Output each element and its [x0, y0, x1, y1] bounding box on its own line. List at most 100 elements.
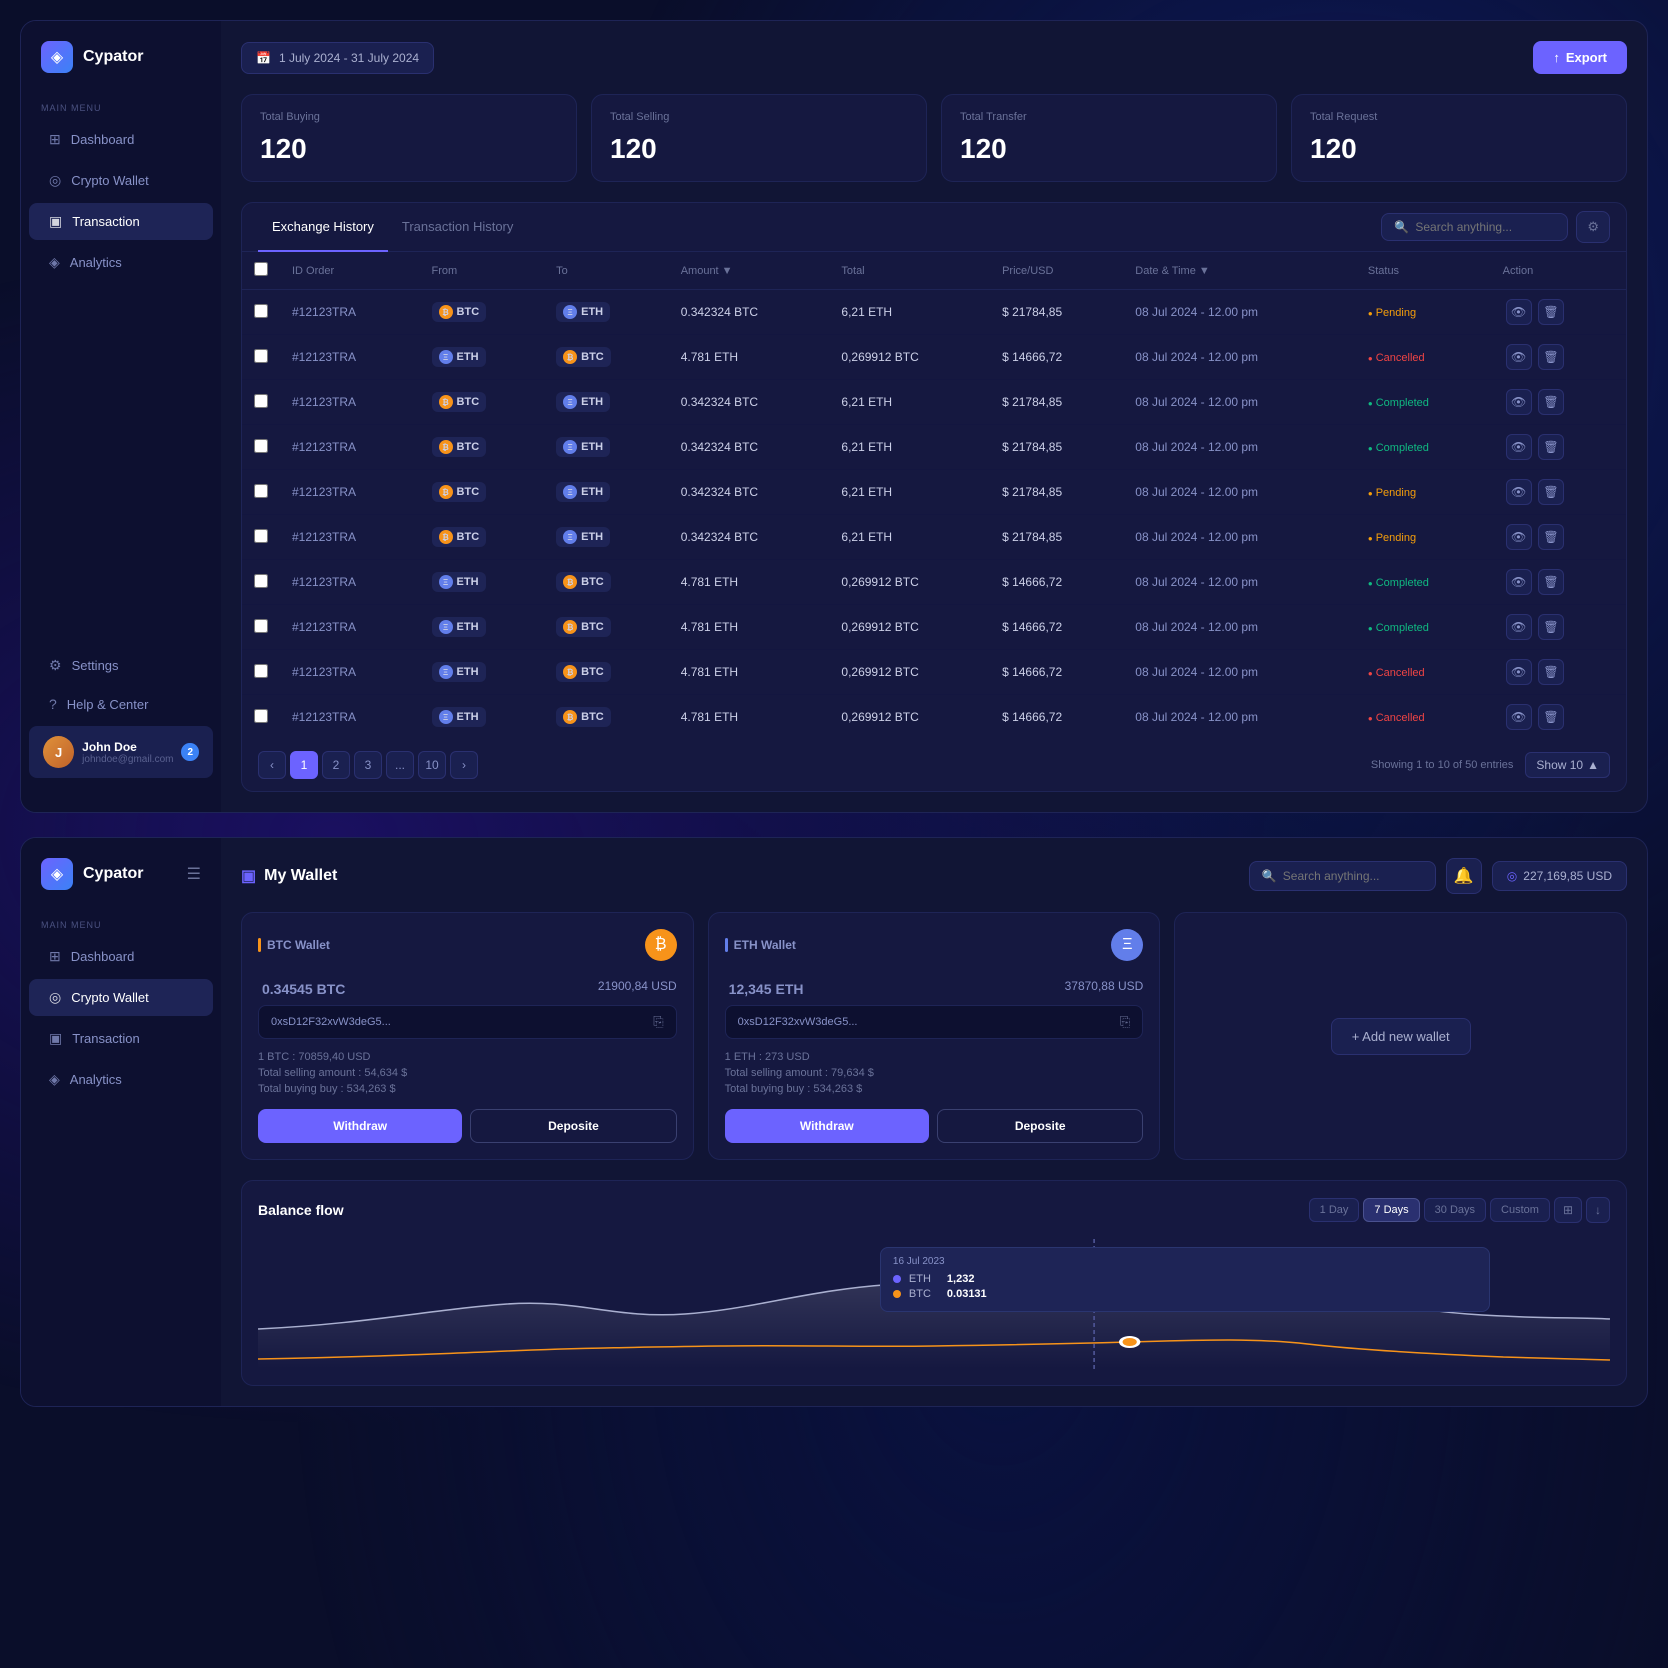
- date-picker[interactable]: 📅 1 July 2024 - 31 July 2024: [241, 42, 434, 74]
- btc-withdraw-button[interactable]: Withdraw: [258, 1109, 462, 1143]
- delete-action-button[interactable]: 🗑: [1538, 389, 1564, 415]
- row-checkbox[interactable]: [254, 304, 268, 318]
- menu-toggle[interactable]: ☰: [187, 864, 201, 884]
- sidebar-item-dashboard[interactable]: ⊞ Dashboard: [29, 121, 213, 158]
- sidebar-item-crypto-wallet[interactable]: ◎ Crypto Wallet: [29, 162, 213, 199]
- btc-deposit-button[interactable]: Deposite: [470, 1109, 676, 1143]
- view-action-button[interactable]: 👁: [1506, 569, 1532, 595]
- transaction-icon: ▣: [49, 213, 62, 230]
- delete-action-button[interactable]: 🗑: [1538, 614, 1564, 640]
- cell-from: Ξ ETH: [420, 560, 545, 605]
- filter-button[interactable]: ⚙: [1576, 211, 1610, 243]
- next-page-button[interactable]: ›: [450, 751, 478, 779]
- table-search[interactable]: 🔍: [1381, 213, 1568, 241]
- filter-7days[interactable]: 7 Days: [1363, 1198, 1419, 1222]
- delete-action-button[interactable]: 🗑: [1538, 479, 1564, 505]
- page-2-button[interactable]: 2: [322, 751, 350, 779]
- row-checkbox[interactable]: [254, 439, 268, 453]
- search-input[interactable]: [1415, 220, 1555, 234]
- cell-status: ●Pending: [1356, 515, 1491, 560]
- sidebar-b-crypto-wallet[interactable]: ◎ Crypto Wallet: [29, 979, 213, 1016]
- logo-icon: ◈: [41, 41, 73, 73]
- delete-action-button[interactable]: 🗑: [1538, 344, 1564, 370]
- tab-transaction-history[interactable]: Transaction History: [388, 203, 528, 252]
- chart-type-button[interactable]: ⊞: [1554, 1197, 1582, 1223]
- sidebar-b-transaction[interactable]: ▣ Transaction: [29, 1020, 213, 1057]
- wallet-title-icon: ▣: [241, 866, 256, 886]
- table-tabs: Exchange History Transaction History 🔍 ⚙: [242, 203, 1626, 252]
- row-checkbox[interactable]: [254, 664, 268, 678]
- delete-action-button[interactable]: 🗑: [1538, 299, 1564, 325]
- cell-date: 08 Jul 2024 - 12.00 pm: [1123, 515, 1356, 560]
- sidebar-b-dashboard[interactable]: ⊞ Dashboard: [29, 938, 213, 975]
- show-select[interactable]: Show 10 ▲: [1525, 752, 1610, 778]
- notification-button[interactable]: 🔔: [1446, 858, 1482, 894]
- delete-action-button[interactable]: 🗑: [1538, 659, 1564, 685]
- delete-action-button[interactable]: 🗑: [1538, 524, 1564, 550]
- btc-usd: 21900,84 USD: [598, 979, 677, 993]
- cell-to: Ξ ETH: [544, 290, 669, 335]
- sidebar-b-analytics[interactable]: ◈ Analytics: [29, 1061, 213, 1098]
- cell-total: 0,269912 BTC: [829, 650, 990, 695]
- cell-date: 08 Jul 2024 - 12.00 pm: [1123, 605, 1356, 650]
- show-label: Show 10: [1536, 758, 1583, 772]
- select-all-checkbox[interactable]: [254, 262, 268, 276]
- btc-wallet-name: BTC Wallet: [258, 938, 330, 952]
- delete-action-button[interactable]: 🗑: [1538, 434, 1564, 460]
- copy-btc-address-button[interactable]: ⎘: [653, 1014, 663, 1030]
- sidebar-item-transaction[interactable]: ▣ Transaction: [29, 203, 213, 240]
- eth-deposit-button[interactable]: Deposite: [937, 1109, 1143, 1143]
- transaction-panel: ◈ Cypator MAIN MENU ⊞ Dashboard ◎ Crypto…: [20, 20, 1648, 813]
- view-action-button[interactable]: 👁: [1506, 659, 1532, 685]
- view-action-button[interactable]: 👁: [1506, 299, 1532, 325]
- user-profile[interactable]: J John Doe johndoe@gmail.com 2: [29, 726, 213, 778]
- view-action-button[interactable]: 👁: [1506, 389, 1532, 415]
- tab-exchange-history[interactable]: Exchange History: [258, 203, 388, 252]
- wallet-search[interactable]: 🔍: [1249, 861, 1436, 891]
- filter-30days[interactable]: 30 Days: [1424, 1198, 1486, 1222]
- row-checkbox[interactable]: [254, 574, 268, 588]
- btc-coin-icon: ₿: [645, 929, 677, 961]
- row-checkbox[interactable]: [254, 529, 268, 543]
- wallet-search-input[interactable]: [1283, 869, 1423, 883]
- wallet-title: ▣ My Wallet: [241, 866, 337, 886]
- row-checkbox[interactable]: [254, 709, 268, 723]
- eth-withdraw-button[interactable]: Withdraw: [725, 1109, 929, 1143]
- prev-page-button[interactable]: ‹: [258, 751, 286, 779]
- chart-download-button[interactable]: ↓: [1586, 1197, 1610, 1223]
- view-action-button[interactable]: 👁: [1506, 434, 1532, 460]
- row-checkbox[interactable]: [254, 619, 268, 633]
- row-checkbox[interactable]: [254, 484, 268, 498]
- copy-eth-address-button[interactable]: ⎘: [1120, 1014, 1130, 1030]
- view-action-button[interactable]: 👁: [1506, 704, 1532, 730]
- view-action-button[interactable]: 👁: [1506, 344, 1532, 370]
- top-bar: 📅 1 July 2024 - 31 July 2024 ↑ Export: [241, 41, 1627, 74]
- export-button[interactable]: ↑ Export: [1533, 41, 1627, 74]
- page-10-button[interactable]: 10: [418, 751, 446, 779]
- table-row: #12123TRA ₿ BTC Ξ ETH 0.342324 BTC 6,21 …: [242, 470, 1626, 515]
- add-wallet-button[interactable]: + Add new wallet: [1331, 1018, 1471, 1055]
- page-3-button[interactable]: 3: [354, 751, 382, 779]
- view-action-button[interactable]: 👁: [1506, 524, 1532, 550]
- delete-action-button[interactable]: 🗑: [1538, 569, 1564, 595]
- balance-flow-header: Balance flow 1 Day 7 Days 30 Days Custom…: [258, 1197, 1610, 1223]
- exchange-table: ID Order From To Amount ▼ Total Price/US…: [242, 252, 1626, 739]
- stat-total-transfer: Total Transfer 120: [941, 94, 1277, 182]
- sidebar-item-help[interactable]: ? Help & Center: [29, 686, 213, 722]
- view-action-button[interactable]: 👁: [1506, 614, 1532, 640]
- page-1-button[interactable]: 1: [290, 751, 318, 779]
- row-checkbox[interactable]: [254, 394, 268, 408]
- stat-label: Total Request: [1310, 111, 1608, 123]
- cell-status: ●Completed: [1356, 380, 1491, 425]
- filter-1day[interactable]: 1 Day: [1309, 1198, 1360, 1222]
- add-wallet-card[interactable]: + Add new wallet: [1174, 912, 1627, 1160]
- filter-custom[interactable]: Custom: [1490, 1198, 1550, 1222]
- row-checkbox[interactable]: [254, 349, 268, 363]
- delete-action-button[interactable]: 🗑: [1538, 704, 1564, 730]
- sidebar-item-label: Analytics: [70, 1072, 122, 1087]
- cell-date: 08 Jul 2024 - 12.00 pm: [1123, 695, 1356, 740]
- sidebar-item-analytics[interactable]: ◈ Analytics: [29, 244, 213, 281]
- sidebar-item-settings[interactable]: ⚙ Settings: [29, 647, 213, 684]
- eth-address-text: 0xsD12F32xvW3deG5...: [738, 1016, 1114, 1028]
- view-action-button[interactable]: 👁: [1506, 479, 1532, 505]
